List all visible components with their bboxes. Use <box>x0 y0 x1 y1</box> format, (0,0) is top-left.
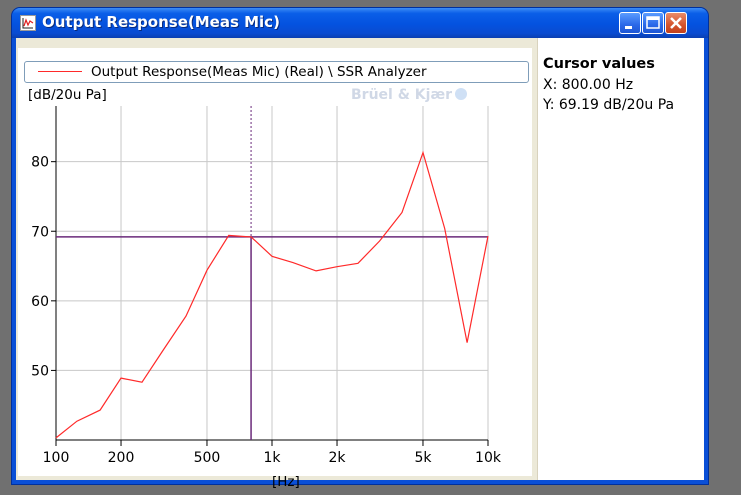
y-tick-label: 80 <box>31 155 49 171</box>
x-tick-label: 100 <box>43 450 70 466</box>
close-icon <box>670 17 682 29</box>
x-tick-label: 10k <box>475 450 502 466</box>
cursor-x-value: X: 800.00 Hz <box>543 77 634 93</box>
x-tick-label: 500 <box>194 450 221 466</box>
graph-app-icon <box>20 15 36 31</box>
x-tick-label: 200 <box>108 450 135 466</box>
client-area: Output Response(Meas Mic) (Real) \ SSR A… <box>16 38 704 490</box>
x-axis-label: [Hz] <box>272 474 300 490</box>
x-tick-label: 1k <box>263 450 281 466</box>
title-bar[interactable]: Output Response(Meas Mic) <box>12 8 708 38</box>
y-tick-label: 70 <box>31 224 49 240</box>
cursor-values-panel: Cursor values X: 800.00 Hz Y: 69.19 dB/2… <box>537 38 704 480</box>
window-title: Output Response(Meas Mic) <box>42 13 280 31</box>
minimize-icon <box>625 26 632 29</box>
cursor-values-title: Cursor values <box>543 56 655 72</box>
maximize-icon <box>646 16 660 29</box>
plot-area[interactable]: Output Response(Meas Mic) (Real) \ SSR A… <box>18 48 532 490</box>
output-response-window: Output Response(Meas Mic) Output Respons… <box>12 8 708 490</box>
minimize-button[interactable] <box>619 12 641 34</box>
response-chart[interactable]: 100 200 500 1k 2k 5k 10k 50 60 70 80 <box>18 48 532 476</box>
x-tick-label: 2k <box>329 450 347 466</box>
close-button[interactable] <box>665 12 687 34</box>
y-tick-label: 60 <box>31 294 49 310</box>
maximize-button[interactable] <box>642 12 664 34</box>
y-tick-label: 50 <box>31 363 49 379</box>
x-tick-label: 5k <box>414 450 432 466</box>
cursor-y-value: Y: 69.19 dB/20u Pa <box>543 97 675 113</box>
